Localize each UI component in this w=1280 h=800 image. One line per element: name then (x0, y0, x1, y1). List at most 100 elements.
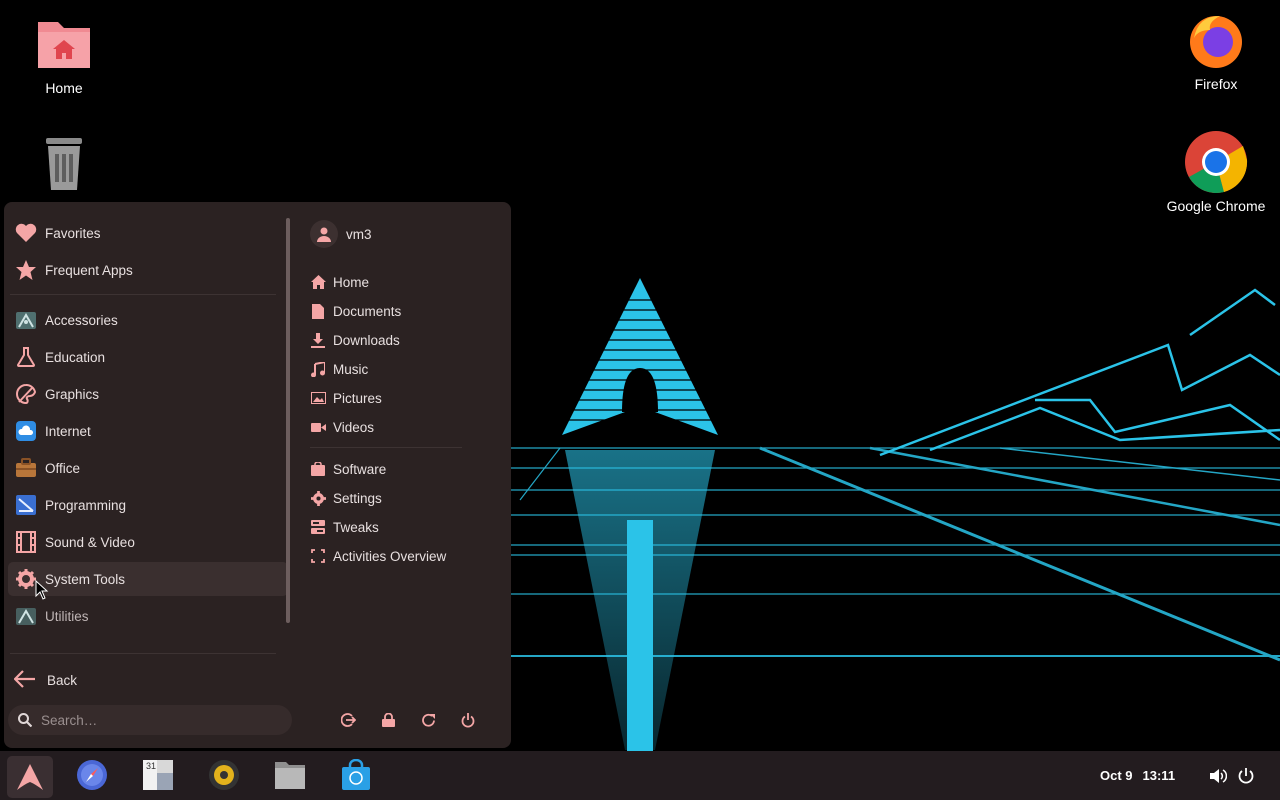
category-accessories[interactable]: Accessories (8, 303, 288, 337)
logout-button[interactable] (336, 708, 360, 732)
place-documents[interactable]: Documents (310, 299, 401, 323)
place-pictures[interactable]: Pictures (310, 386, 382, 410)
category-sound-video[interactable]: Sound & Video (8, 525, 288, 559)
taskbar-software-store[interactable] (338, 757, 374, 793)
place-music[interactable]: Music (310, 357, 368, 381)
category-label: Favorites (45, 225, 101, 241)
place-downloads[interactable]: Downloads (310, 328, 400, 352)
system-label: Software (333, 461, 387, 477)
software-bag-icon (310, 461, 326, 477)
logout-icon (340, 713, 356, 727)
category-programming[interactable]: Programming (8, 488, 288, 522)
separator (10, 653, 276, 654)
user-name: vm3 (346, 226, 372, 242)
category-label: Sound & Video (45, 534, 135, 550)
star-icon (14, 258, 38, 282)
place-label: Documents (333, 303, 402, 319)
picture-icon (310, 390, 326, 406)
avatar (310, 220, 338, 248)
category-favorites[interactable]: Favorites (8, 216, 288, 250)
system-tweaks[interactable]: Tweaks (310, 515, 379, 539)
lock-icon (381, 713, 395, 727)
desktop-icon-firefox[interactable]: Firefox (1161, 8, 1271, 92)
video-icon (310, 419, 326, 435)
category-graphics[interactable]: Graphics (8, 377, 288, 411)
music-icon (310, 361, 326, 377)
desktop-icon-chrome[interactable]: Google Chrome (1161, 130, 1271, 214)
flask-icon (14, 345, 38, 369)
search-input[interactable] (41, 712, 271, 728)
power-off-button[interactable] (456, 708, 480, 732)
lock-button[interactable] (376, 708, 400, 732)
category-label: Frequent Apps (45, 262, 133, 278)
place-label: Downloads (333, 332, 400, 348)
clock[interactable]: Oct 9 13:11 (1100, 768, 1185, 783)
desktop-icon-home[interactable]: Home (9, 12, 119, 96)
back-label: Back (47, 672, 78, 688)
taskbar-files[interactable] (272, 757, 308, 793)
heart-icon (14, 221, 38, 245)
search-icon (18, 713, 32, 727)
category-label: Graphics (45, 386, 100, 402)
category-internet[interactable]: Internet (8, 414, 288, 448)
app-menu-button[interactable] (7, 756, 53, 798)
separator (10, 294, 276, 295)
volume-icon[interactable] (1209, 767, 1227, 785)
place-home[interactable]: Home (310, 270, 369, 294)
clock-time: 13:11 (1142, 768, 1176, 783)
taskbar-calendar[interactable]: 31 (140, 757, 176, 793)
user-icon (317, 227, 331, 242)
desktop-icon-label: Google Chrome (1166, 198, 1266, 214)
film-icon (14, 530, 38, 554)
power-icon[interactable] (1237, 767, 1255, 785)
category-label: Office (45, 460, 81, 476)
place-label: Music (333, 361, 369, 377)
system-software[interactable]: Software (310, 457, 386, 481)
briefcase-icon (14, 456, 38, 480)
power-icon (461, 712, 475, 727)
firefox-icon (1190, 16, 1242, 68)
category-frequent-apps[interactable]: Frequent Apps (8, 253, 288, 287)
place-videos[interactable]: Videos (310, 415, 374, 439)
category-office[interactable]: Office (8, 451, 288, 485)
mouse-cursor-icon (35, 580, 49, 600)
category-label: Education (45, 349, 106, 365)
user-account[interactable]: vm3 (310, 220, 372, 248)
back-button[interactable]: Back (8, 664, 128, 696)
separator (310, 447, 462, 448)
place-label: Pictures (333, 390, 382, 406)
taskbar-web-browser[interactable] (74, 757, 110, 793)
gear-icon (310, 490, 326, 506)
trash-icon (46, 138, 82, 190)
desktop-icon-trash[interactable] (9, 132, 119, 200)
download-icon (310, 332, 326, 348)
place-label: Home (333, 274, 370, 290)
category-label: Programming (45, 497, 127, 513)
category-education[interactable]: Education (8, 340, 288, 374)
category-label: System Tools (45, 571, 126, 587)
system-label: Settings (333, 490, 382, 506)
category-label: Internet (45, 423, 91, 439)
category-scrollbar[interactable] (286, 218, 290, 623)
files-icon (275, 762, 305, 789)
category-utilities[interactable]: Utilities (8, 599, 288, 633)
application-menu: Favorites Frequent Apps Accessories Educ… (4, 202, 511, 748)
category-label: Accessories (45, 312, 118, 328)
category-label: Utilities (45, 608, 89, 624)
category-system-tools[interactable]: System Tools (8, 562, 288, 596)
clock-date: Oct 9 (1100, 768, 1133, 783)
tweaks-icon (310, 519, 326, 535)
restart-icon (421, 713, 435, 727)
utilities-icon (14, 604, 38, 628)
system-activities-overview[interactable]: Activities Overview (310, 544, 446, 568)
place-label: Videos (333, 419, 375, 435)
search-box[interactable] (8, 705, 292, 735)
activities-icon (310, 548, 326, 564)
system-settings[interactable]: Settings (310, 486, 382, 510)
restart-button[interactable] (416, 708, 440, 732)
accessories-icon (14, 308, 38, 332)
taskbar-music-player[interactable] (206, 757, 242, 793)
calendar-day: 31 (146, 761, 157, 771)
home-folder-icon (38, 22, 90, 68)
system-label: Activities Overview (333, 548, 447, 564)
